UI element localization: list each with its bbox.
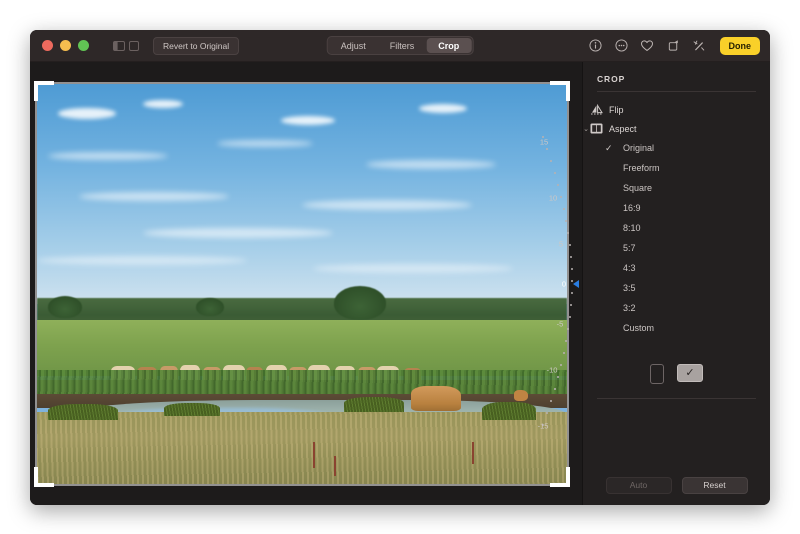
aspect-option-4-3[interactable]: 4:3 [583,258,770,278]
dial-label-neg5: -5 [556,319,564,328]
window-titlebar: Revert to Original Adjust Filters Crop D… [30,30,770,62]
done-button[interactable]: Done [719,36,760,55]
orientation-landscape-button[interactable]: ✓ [677,364,703,382]
sidebar-title: CROP [597,74,626,84]
aspect-option-label: 16:9 [623,203,641,213]
aspect-option-label: Original [623,143,655,153]
dial-label-10: 10 [548,193,558,202]
auto-enhance-wand-icon[interactable] [692,38,707,53]
sidebar-footer: Auto Reset [583,477,770,505]
reset-button[interactable]: Reset [681,477,748,494]
crop-sidebar: CROP Flip ⌄ Aspect ✓ Original Freeform S… [582,62,770,505]
aspect-option-3-5[interactable]: 3:5 [583,278,770,298]
chevron-down-icon[interactable]: ⌄ [581,125,591,133]
aspect-option-custom[interactable]: Custom [583,318,770,338]
dial-label-neg15: -15 [537,421,549,430]
flip-icon [589,104,604,115]
sidebar-row-flip-label: Flip [609,104,624,115]
aspect-option-16-9[interactable]: 16:9 [583,198,770,218]
info-panel-toggle-icon[interactable] [127,39,141,52]
aspect-option-label: 3:5 [623,283,636,293]
orientation-toggle-group: ✓ [583,364,770,384]
aspect-option-8-10[interactable]: 8:10 [583,218,770,238]
editor-mode-segmented-control: Adjust Filters Crop [326,36,474,55]
revert-to-original-button[interactable]: Revert to Original [153,36,240,55]
window-body: 15 10 5 0 -5 -10 -15 CROP Flip ⌄ Aspect … [30,62,770,505]
reed-band [37,369,567,394]
close-button[interactable] [42,40,53,51]
orientation-portrait-button[interactable] [650,364,664,384]
sidebar-row-aspect[interactable]: ⌄ Aspect [583,119,770,138]
aspect-option-label: 3:2 [623,303,636,313]
sidebar-divider-top [597,91,756,92]
photo-image [37,83,567,484]
auto-button[interactable]: Auto [605,477,672,494]
sidebar-toggle-icon[interactable] [112,39,126,52]
photo-canvas: 15 10 5 0 -5 -10 -15 [30,62,582,505]
dial-label-15: 15 [539,137,549,146]
dial-label-neg10: -10 [546,365,558,374]
sidebar-divider-bottom [597,398,756,399]
sidebar-row-flip[interactable]: Flip [583,100,770,119]
aspect-option-label: 8:10 [623,223,641,233]
cow-in-pond-head [514,389,528,401]
aspect-icon [589,123,604,134]
aspect-option-5-7[interactable]: 5:7 [583,238,770,258]
sidebar-row-aspect-label: Aspect [609,123,637,134]
view-toggle-group [112,39,141,52]
screen: Revert to Original Adjust Filters Crop D… [0,0,800,534]
large-tree [333,285,386,320]
aspect-option-3-2[interactable]: 3:2 [583,298,770,318]
aspect-option-label: Square [623,183,653,193]
check-icon: ✓ [685,366,695,379]
aspect-option-original[interactable]: ✓ Original [583,138,770,158]
favorite-heart-icon[interactable] [640,38,655,53]
tab-adjust[interactable]: Adjust [329,38,378,53]
dial-label-5: 5 [558,239,564,248]
minimize-button[interactable] [60,40,71,51]
check-icon: ✓ [605,142,613,153]
photo-editor-window: Revert to Original Adjust Filters Crop D… [30,30,770,505]
aspect-option-square[interactable]: Square [583,178,770,198]
aspect-option-freeform[interactable]: Freeform [583,158,770,178]
titlebar-tool-group: Done [588,36,760,55]
rotate-icon[interactable] [666,38,681,53]
dry-grass-foreground [37,411,567,484]
tab-crop[interactable]: Crop [426,38,472,53]
aspect-option-label: 5:7 [623,243,636,253]
comment-icon[interactable] [614,38,629,53]
zoom-button[interactable] [78,40,89,51]
rotation-dial[interactable]: 15 10 5 0 -5 -10 -15 [536,134,580,434]
tab-filters[interactable]: Filters [378,38,427,53]
traffic-lights [42,40,89,51]
aspect-option-label: 4:3 [623,263,636,273]
crop-area[interactable] [34,80,570,487]
dial-label-0: 0 [561,279,567,288]
aspect-option-label: Custom [623,323,655,333]
info-icon[interactable] [588,38,603,53]
dial-value-marker[interactable] [573,279,579,288]
aspect-option-label: Freeform [623,163,660,173]
cow-in-pond [410,385,461,411]
